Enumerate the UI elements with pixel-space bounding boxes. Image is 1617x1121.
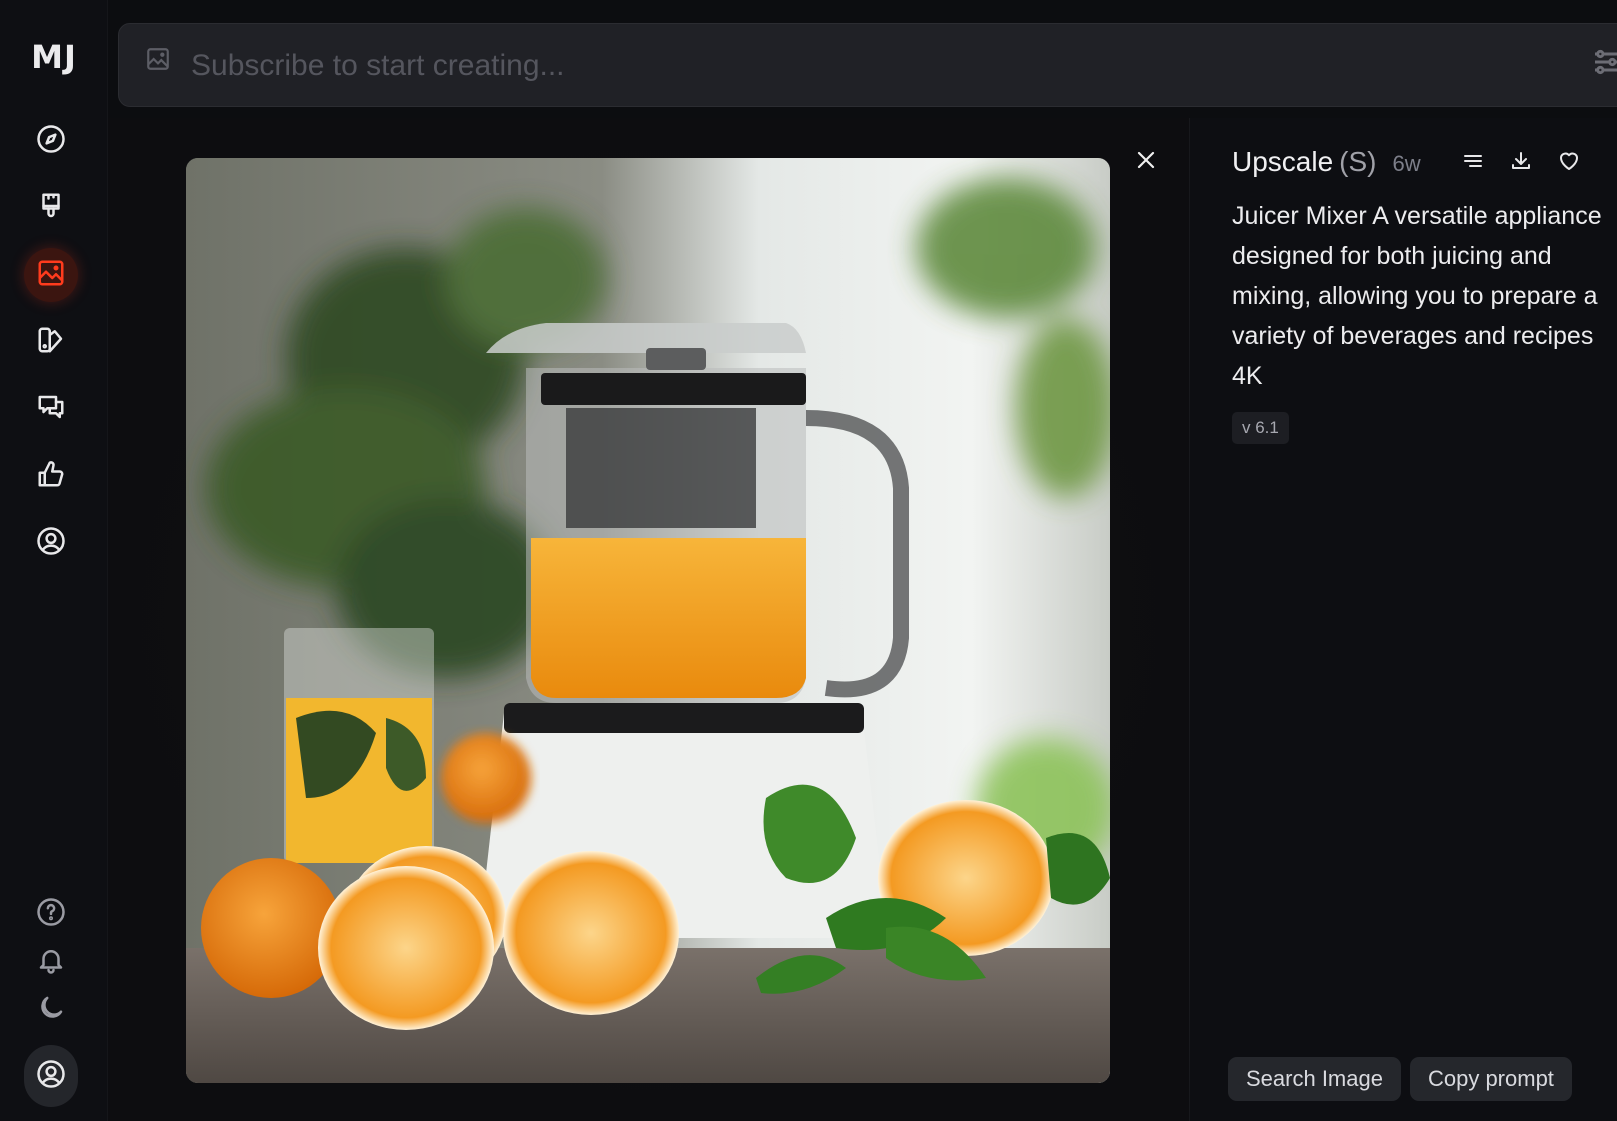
logo[interactable]: MJ: [0, 38, 108, 76]
sidebar-item-explore[interactable]: [24, 114, 78, 168]
bell-icon: [36, 945, 66, 979]
generated-image[interactable]: [186, 158, 1110, 1083]
prompt-input[interactable]: [191, 44, 1491, 88]
sidebar-item-chat[interactable]: [24, 382, 78, 436]
panel-buttons: Search Image Copy prompt: [1228, 1057, 1572, 1101]
sliders-icon[interactable]: [1591, 46, 1617, 78]
sidebar-item-organize[interactable]: [24, 248, 78, 302]
thumbs-up-icon: [36, 459, 66, 493]
detail-panel: Upscale (S) 6w Juicer Mixer A versatile …: [1189, 118, 1617, 1121]
dark-mode-toggle[interactable]: [24, 983, 78, 1037]
version-badge: v 6.1: [1232, 412, 1289, 444]
user-circle-icon: [36, 526, 66, 560]
paintbrush-icon: [36, 191, 66, 225]
prompt-text: Juicer Mixer A versatile appliance desig…: [1232, 202, 1602, 390]
download-icon: [1509, 149, 1533, 177]
copy-prompt-button[interactable]: Copy prompt: [1409, 1057, 1572, 1101]
close-icon: [1136, 150, 1156, 174]
sidebar-item-personalize[interactable]: [24, 315, 78, 369]
image-icon: [36, 258, 66, 292]
panel-header: Upscale (S) 6w: [1232, 146, 1421, 178]
sidebar-item-rank[interactable]: [24, 449, 78, 503]
prompt-bar: [118, 23, 1617, 107]
heart-icon: [1557, 149, 1581, 177]
user-circle-icon: [36, 1059, 66, 1093]
panel-title: Upscale: [1232, 146, 1334, 177]
close-button[interactable]: [1132, 148, 1160, 176]
options-button[interactable]: [1460, 150, 1486, 176]
image-upload-icon[interactable]: [145, 46, 171, 72]
sidebar-item-profile[interactable]: [24, 516, 78, 570]
image-age: 6w: [1392, 151, 1421, 176]
sidebar-item-create[interactable]: [24, 181, 78, 235]
lines-icon: [1461, 149, 1485, 177]
search-image-button[interactable]: Search Image: [1228, 1057, 1401, 1101]
chat-bubbles-icon: [36, 392, 66, 426]
panel-actions: [1460, 150, 1582, 176]
moon-icon: [36, 993, 66, 1027]
sidebar: MJ: [0, 0, 108, 1121]
like-button[interactable]: [1556, 150, 1582, 176]
compass-icon: [36, 124, 66, 158]
notifications-button[interactable]: [24, 935, 78, 989]
help-button[interactable]: [24, 887, 78, 941]
account-button[interactable]: [24, 1045, 78, 1107]
question-circle-icon: [36, 897, 66, 931]
download-button[interactable]: [1508, 150, 1534, 176]
juicer-photo: [186, 158, 1110, 1083]
panel-title-suffix: (S): [1339, 146, 1377, 177]
palette-icon: [36, 325, 66, 359]
